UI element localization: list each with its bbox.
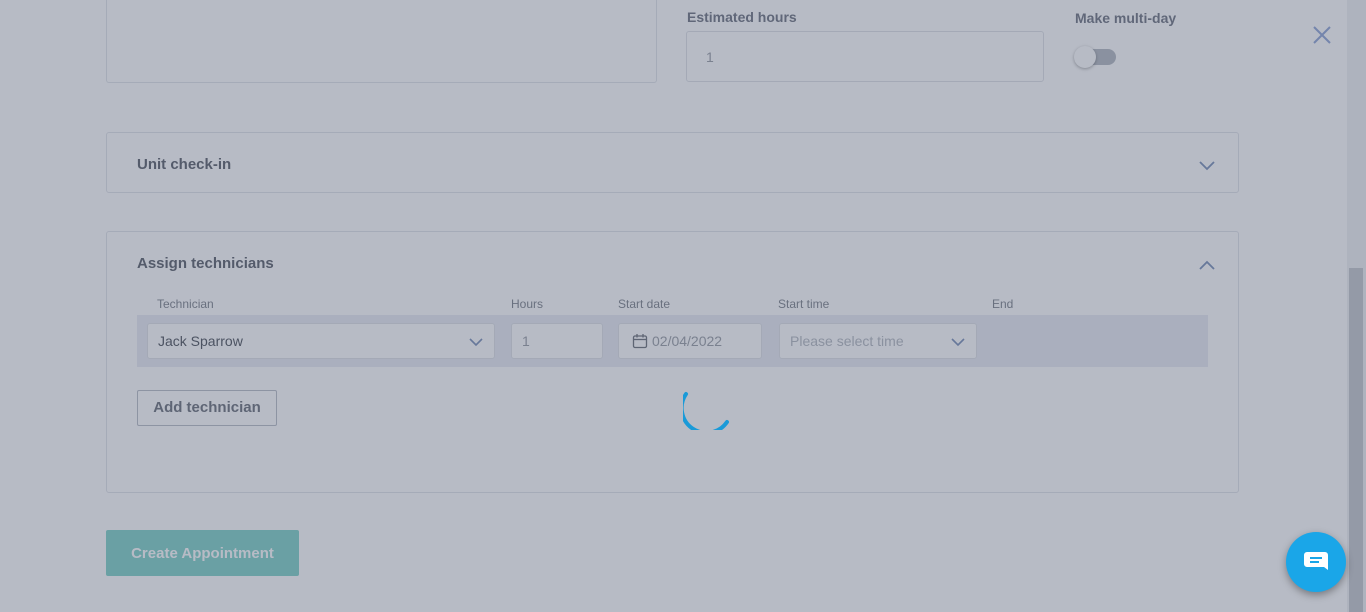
- chat-button[interactable]: [1286, 532, 1346, 592]
- loading-overlay: [0, 0, 1366, 612]
- chat-icon: [1304, 552, 1328, 570]
- loading-spinner: [683, 392, 729, 430]
